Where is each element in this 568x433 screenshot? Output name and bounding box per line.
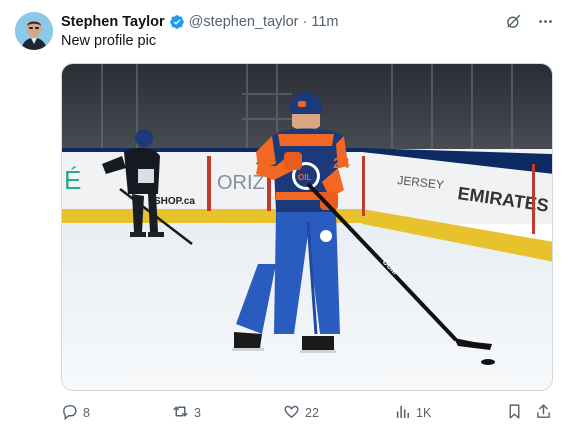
reply-button[interactable]: 8 [61,403,90,423]
tweet-actions: 8 3 22 1K [61,402,553,424]
hockey-photo: ORIZ SHOP.ca EMIRATES JERSEY É OIL 24 CC… [62,64,552,390]
tweet-header: Stephen Taylor @stephen_taylor · 11m [61,12,339,32]
share-icon [535,403,552,423]
tweet[interactable]: Stephen Taylor @stephen_taylor · 11m New… [0,0,568,433]
display-name[interactable]: Stephen Taylor [61,14,165,30]
jersey-number: 24 [333,155,350,172]
views-count: 1K [416,406,432,420]
header-actions [504,12,554,30]
views-button[interactable]: 1K [394,403,431,423]
tweet-media-photo[interactable]: ORIZ SHOP.ca EMIRATES JERSEY É OIL 24 CC… [61,63,553,391]
avatar-image [15,12,53,50]
svg-text:OIL: OIL [298,173,311,182]
repost-icon [172,403,189,423]
separator-dot: · [302,14,308,30]
share-button[interactable] [535,403,552,423]
reply-icon [61,403,78,423]
board-ad-text: SHOP.ca [154,196,195,207]
repost-count: 3 [194,406,201,420]
like-button[interactable]: 22 [283,403,319,423]
board-ad-text: ORIZ [217,172,265,194]
grok-icon[interactable] [504,12,522,30]
avatar[interactable] [15,12,53,50]
more-icon[interactable] [536,12,554,30]
like-count: 22 [305,406,319,420]
verified-badge-icon[interactable] [169,14,185,30]
timestamp[interactable]: 11m [311,14,338,30]
views-icon [394,403,411,423]
bookmark-icon [506,403,523,423]
tweet-text: New profile pic [61,33,157,49]
bookmark-button[interactable] [506,403,523,423]
like-icon [283,403,300,423]
reply-count: 8 [83,406,90,420]
handle[interactable]: @stephen_taylor [189,14,299,30]
repost-button[interactable]: 3 [172,403,201,423]
svg-text:É: É [64,165,81,195]
